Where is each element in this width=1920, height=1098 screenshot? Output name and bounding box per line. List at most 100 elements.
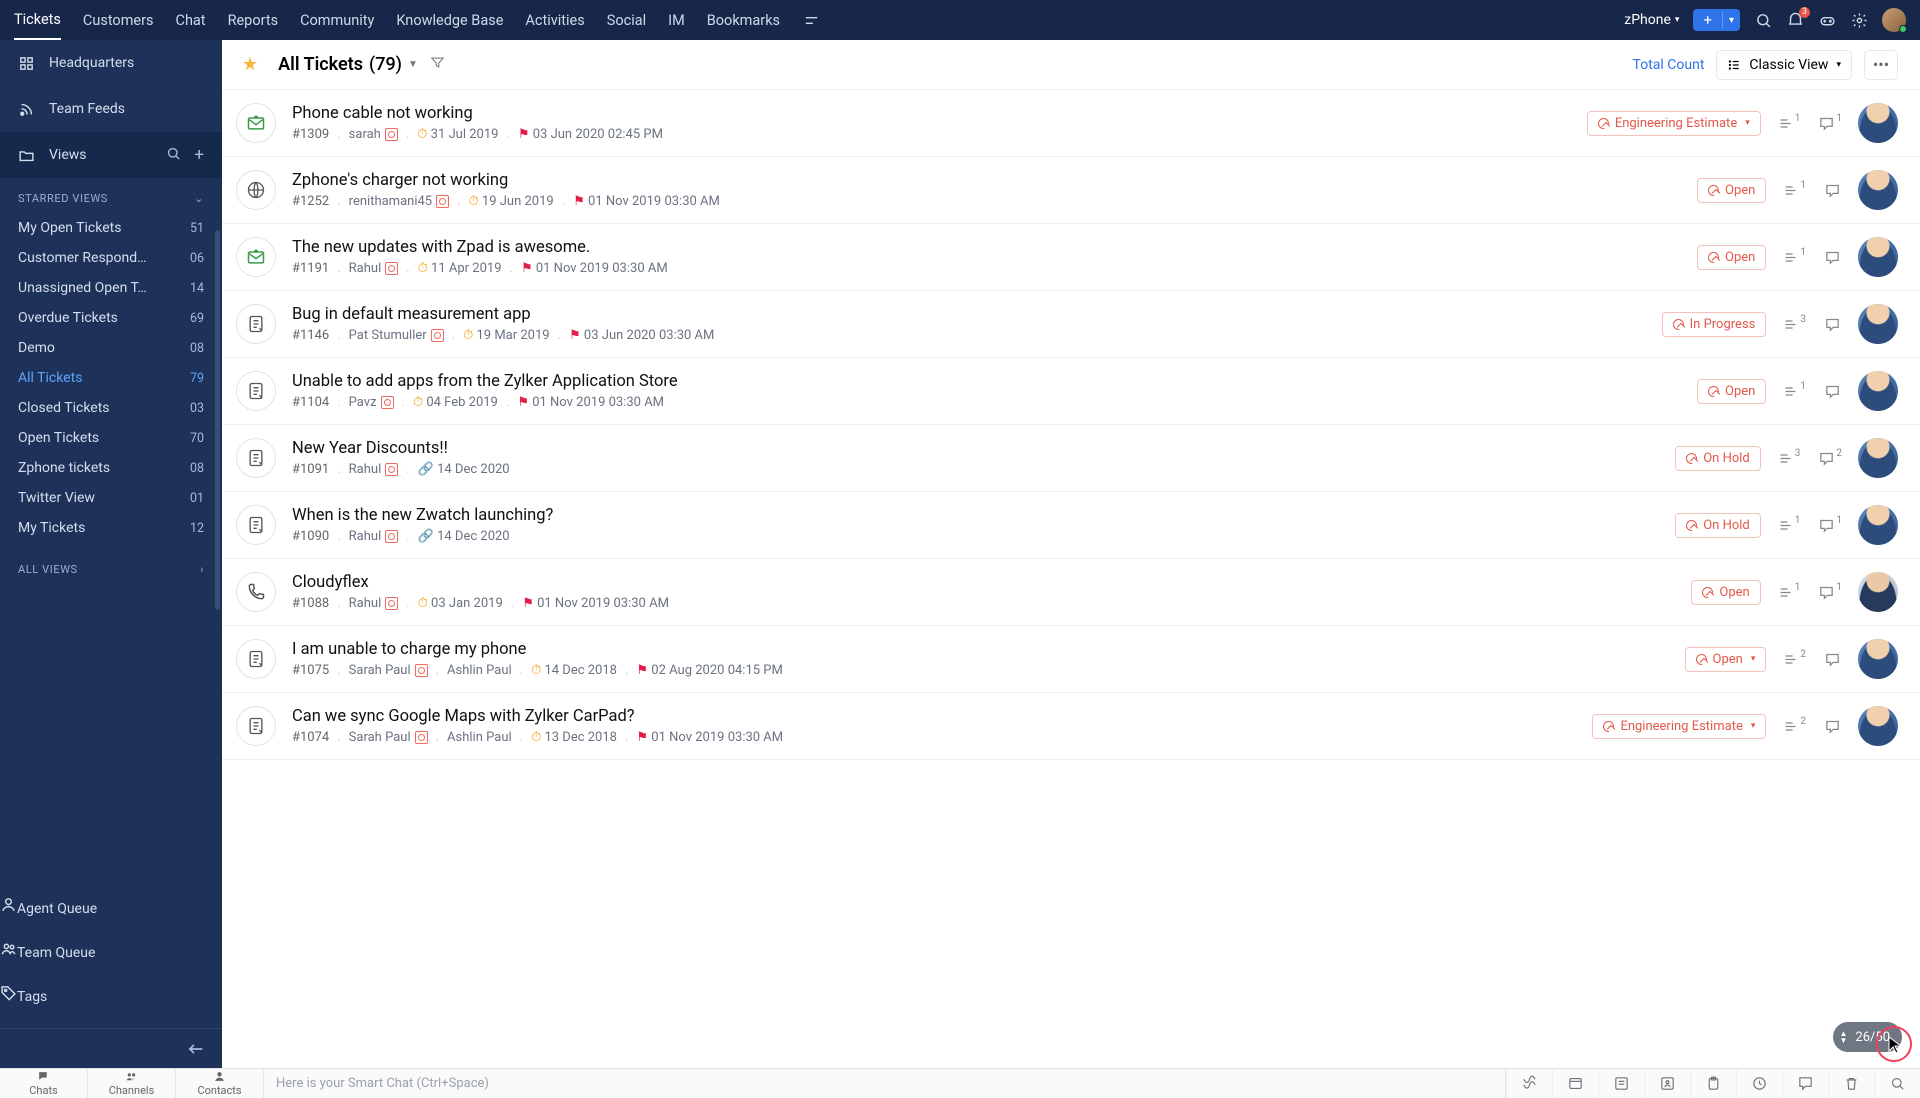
footer-tab-chats[interactable]: Chats — [0, 1069, 88, 1098]
ticket-subject[interactable]: The new updates with Zpad is awesome. — [292, 238, 1681, 257]
footer-trash-icon[interactable] — [1828, 1069, 1874, 1098]
thread-count-icon[interactable]: 2 — [1782, 651, 1806, 668]
view-all-tickets[interactable]: All Tickets79 — [0, 363, 222, 393]
ticket-subject[interactable]: New Year Discounts!! — [292, 439, 1659, 458]
view-customer-respond-[interactable]: Customer Respond…06 — [0, 243, 222, 273]
view-unassigned-open-t-[interactable]: Unassigned Open T…14 — [0, 273, 222, 303]
ticket-row[interactable]: Phone cable not working#1309.sarah .⏱ 31… — [222, 90, 1920, 157]
thread-count-icon[interactable]: 3 — [1782, 316, 1806, 333]
ticket-subject[interactable]: Zphone's charger not working — [292, 171, 1681, 190]
ticket-requester[interactable]: Rahul — [349, 261, 399, 276]
owner-avatar[interactable] — [1858, 103, 1898, 143]
comment-count-icon[interactable]: 1 — [1818, 517, 1842, 534]
footer-history-icon[interactable] — [1736, 1069, 1782, 1098]
smart-chat-input[interactable]: Here is your Smart Chat (Ctrl+Space) — [264, 1069, 1506, 1098]
ticket-subject[interactable]: When is the new Zwatch launching? — [292, 506, 1659, 525]
owner-avatar[interactable] — [1858, 170, 1898, 210]
thread-count-icon[interactable]: 1 — [1777, 115, 1801, 132]
view-open-tickets[interactable]: Open Tickets70 — [0, 423, 222, 453]
footer-chat-icon[interactable] — [1782, 1069, 1828, 1098]
view-title-picker[interactable]: All Tickets (79) ▼ — [278, 54, 418, 75]
collapse-sidebar[interactable] — [0, 1028, 222, 1068]
footer-search-icon[interactable] — [1874, 1069, 1920, 1098]
owner-avatar[interactable] — [1858, 639, 1898, 679]
footer-note-icon[interactable] — [1598, 1069, 1644, 1098]
ticket-status[interactable]: Open — [1697, 379, 1766, 404]
sidebar-agent-queue[interactable]: Agent Queue — [0, 896, 222, 940]
footer-widget-icon[interactable] — [1552, 1069, 1598, 1098]
ticket-status[interactable]: In Progress — [1662, 312, 1767, 337]
thread-count-icon[interactable]: 2 — [1782, 718, 1806, 735]
ticket-subject[interactable]: Unable to add apps from the Zylker Appli… — [292, 372, 1681, 391]
ticket-subject[interactable]: Bug in default measurement app — [292, 305, 1646, 324]
sidebar-team-queue[interactable]: Team Queue — [0, 940, 222, 984]
ticket-subject[interactable]: Cloudyflex — [292, 573, 1675, 592]
owner-avatar[interactable] — [1858, 438, 1898, 478]
comment-count-icon[interactable]: 2 — [1818, 450, 1842, 467]
thread-count-icon[interactable]: 1 — [1782, 249, 1806, 266]
nav-tab-community[interactable]: Community — [300, 0, 374, 40]
footer-tab-contacts[interactable]: Contacts — [176, 1069, 264, 1098]
ticket-row[interactable]: The new updates with Zpad is awesome.#11… — [222, 224, 1920, 291]
nav-tab-social[interactable]: Social — [607, 0, 646, 40]
ticket-requester[interactable]: Rahul — [349, 596, 399, 611]
add-button[interactable]: +▾ — [1693, 9, 1740, 31]
view-mode-picker[interactable]: Classic View▾ — [1716, 50, 1852, 80]
view-zphone-tickets[interactable]: Zphone tickets08 — [0, 453, 222, 483]
ticket-secondary-contact[interactable]: Ashlin Paul — [447, 730, 512, 745]
ticket-secondary-contact[interactable]: Ashlin Paul — [447, 663, 512, 678]
view-demo[interactable]: Demo08 — [0, 333, 222, 363]
ticket-requester[interactable]: Pavz — [349, 395, 394, 410]
total-count-link[interactable]: Total Count — [1633, 57, 1705, 73]
sidebar-headquarters[interactable]: Headquarters — [0, 40, 222, 86]
nav-tab-reports[interactable]: Reports — [228, 0, 279, 40]
ticket-status[interactable]: Engineering Estimate — [1587, 111, 1761, 136]
sidebar-team-feeds[interactable]: Team Feeds — [0, 86, 222, 132]
ticket-row[interactable]: Cloudyflex#1088.Rahul .⏱ 03 Jan 2019.⚑ 0… — [222, 559, 1920, 626]
ticket-status[interactable]: Engineering Estimate — [1592, 714, 1766, 739]
ticket-row[interactable]: Bug in default measurement app#1146.Pat … — [222, 291, 1920, 358]
ticket-row[interactable]: I am unable to charge my phone#1075.Sara… — [222, 626, 1920, 693]
thread-count-icon[interactable]: 1 — [1782, 383, 1806, 400]
footer-tab-channels[interactable]: Channels — [88, 1069, 176, 1098]
nav-tab-tickets[interactable]: Tickets — [14, 0, 61, 40]
footer-contact-icon[interactable] — [1644, 1069, 1690, 1098]
starred-views-heading[interactable]: STARRED VIEWS ⌄ — [0, 178, 222, 213]
ticket-requester[interactable]: Pat Stumuller — [349, 328, 444, 343]
ticket-status[interactable]: Open — [1685, 647, 1767, 672]
sidebar-views[interactable]: Views+ — [0, 132, 222, 178]
profile-avatar[interactable] — [1882, 8, 1906, 32]
ticket-requester[interactable]: Rahul — [349, 462, 399, 477]
comment-count-icon[interactable]: 1 — [1818, 584, 1842, 601]
owner-avatar[interactable] — [1858, 572, 1898, 612]
nav-tab-knowledge-base[interactable]: Knowledge Base — [396, 0, 503, 40]
owner-avatar[interactable] — [1858, 304, 1898, 344]
view-twitter-view[interactable]: Twitter View01 — [0, 483, 222, 513]
ticket-requester[interactable]: renithamani45 — [349, 194, 449, 209]
view-my-open-tickets[interactable]: My Open Tickets51 — [0, 213, 222, 243]
comment-count-icon[interactable] — [1824, 651, 1842, 668]
ticket-row[interactable]: Can we sync Google Maps with Zylker CarP… — [222, 693, 1920, 760]
search-icon[interactable] — [1754, 11, 1772, 29]
ticket-status[interactable]: Open — [1697, 178, 1766, 203]
ticket-subject[interactable]: Phone cable not working — [292, 104, 1571, 123]
owner-avatar[interactable] — [1858, 371, 1898, 411]
ticket-subject[interactable]: Can we sync Google Maps with Zylker CarP… — [292, 707, 1576, 726]
all-views-heading[interactable]: ALL VIEWS › — [0, 549, 222, 584]
sidebar-tags[interactable]: Tags — [0, 984, 222, 1028]
owner-avatar[interactable] — [1858, 505, 1898, 545]
gamification-icon[interactable] — [1818, 11, 1836, 29]
footer-ai-icon[interactable] — [1506, 1069, 1552, 1098]
ticket-row[interactable]: New Year Discounts!!#1091.Rahul .🔗 14 De… — [222, 425, 1920, 492]
comment-count-icon[interactable] — [1824, 249, 1842, 266]
nav-tab-bookmarks[interactable]: Bookmarks — [707, 0, 780, 40]
ticket-status[interactable]: On Hold — [1675, 513, 1761, 538]
comment-count-icon[interactable] — [1824, 316, 1842, 333]
ticket-row[interactable]: Unable to add apps from the Zylker Appli… — [222, 358, 1920, 425]
owner-avatar[interactable] — [1858, 706, 1898, 746]
view-overdue-tickets[interactable]: Overdue Tickets69 — [0, 303, 222, 333]
ticket-requester[interactable]: Sarah Paul — [349, 663, 428, 678]
view-my-tickets[interactable]: My Tickets12 — [0, 513, 222, 543]
ticket-status[interactable]: On Hold — [1675, 446, 1761, 471]
comment-count-icon[interactable]: 1 — [1818, 115, 1842, 132]
